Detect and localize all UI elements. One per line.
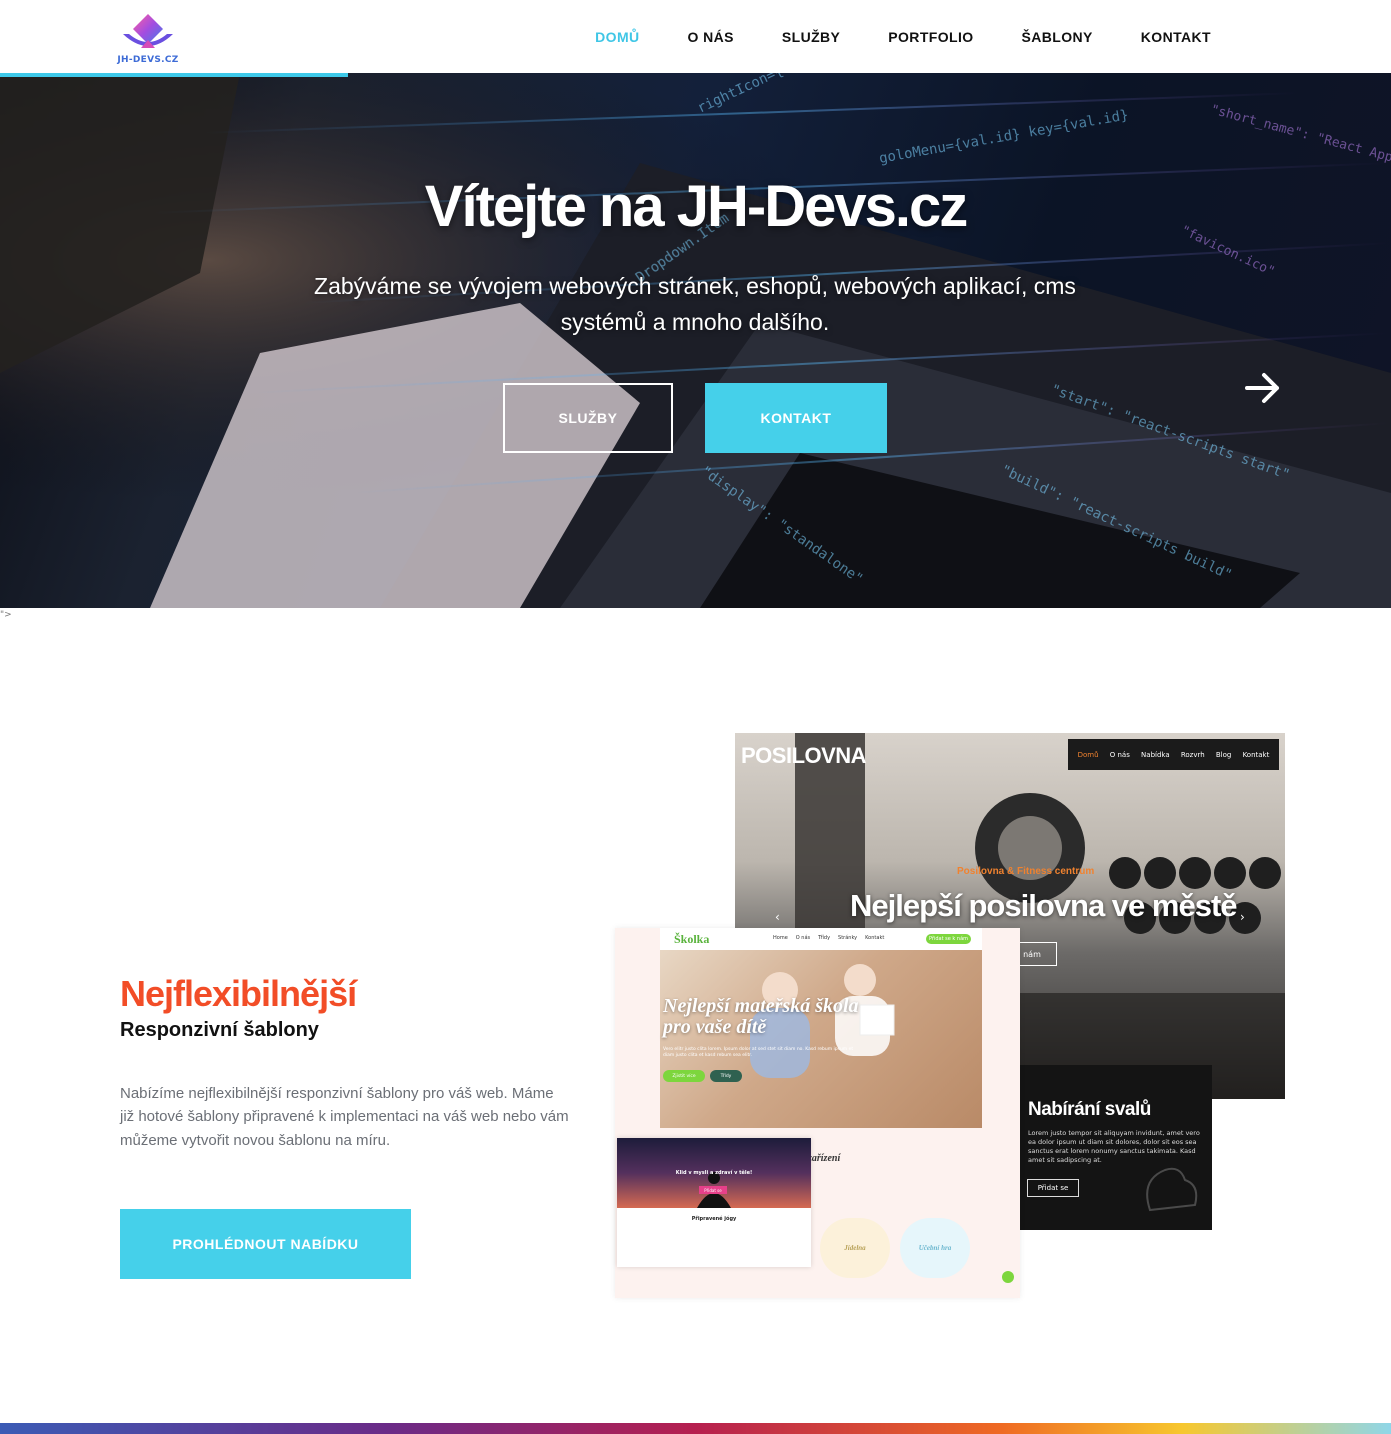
main-nav: DOMŮ O NÁS SLUŽBY PORTFOLIO ŠABLONY KONT… — [595, 0, 1211, 73]
feature-subtitle: Responzivní šablony — [120, 1019, 319, 1041]
nav-item-services[interactable]: SLUŽBY — [782, 29, 840, 45]
kid-nav-item: Home — [773, 935, 788, 941]
gym-nav-item: Blog — [1215, 750, 1232, 759]
kid-primary-button: Zjistit více — [663, 1070, 705, 1082]
kid-feature-play: Učební hra — [900, 1218, 970, 1278]
logo-icon — [123, 14, 173, 48]
kid-hero-photo: Nejlepší mateřská škola pro vaše dítě Ve… — [660, 950, 982, 1128]
view-offer-button[interactable]: PROHLÉDNOUT NABÍDKU — [120, 1209, 411, 1279]
hero-subtitle: Zabýváme se vývojem webových stránek, es… — [314, 273, 1076, 335]
kid-feature-circles: Jídelna Učební hra — [820, 1218, 970, 1278]
kid-secondary-button: Třídy — [710, 1070, 742, 1082]
kid-headline: Nejlepší mateřská škola pro vaše dítě — [663, 995, 859, 1038]
feature-description: Nabízíme nejflexibilnější responzivní ša… — [120, 1085, 569, 1149]
arrow-right-icon — [1245, 373, 1279, 403]
kid-header: Školka Home O nás Třídy Stránky Kontakt … — [660, 928, 982, 950]
yoga-section-title: Připravené jógy — [691, 1216, 737, 1222]
svg-text:‹: ‹ — [775, 910, 780, 924]
site-header: JH-DEVS.CZ DOMŮ O NÁS SLUŽBY PORTFOLIO Š… — [0, 0, 1391, 73]
nav-item-contact[interactable]: KONTAKT — [1141, 29, 1211, 45]
gym-kicker: Posilovna & Fitness centrum — [957, 866, 1095, 877]
nav-item-templates[interactable]: ŠABLONY — [1022, 29, 1093, 45]
gym-headline: Nejlepší posilovna ve městě — [850, 888, 1238, 923]
svg-text:›: › — [1240, 910, 1245, 924]
kid-nav: Home O nás Třídy Stránky Kontakt — [773, 935, 884, 941]
gym-nav-item: Rozvrh — [1180, 750, 1205, 759]
gym-nav-item: Domů — [1077, 750, 1099, 759]
gym-card-button: Přidat se — [1027, 1179, 1079, 1197]
contact-button[interactable]: KONTAKT — [705, 383, 887, 453]
yoga-template-preview[interactable]: Klid v mysli a zdraví v těle! Přidat se … — [617, 1138, 811, 1267]
hero-title: Vítejte na JH-Devs.cz — [424, 174, 968, 239]
stray-markup-text: "> — [0, 610, 12, 620]
kid-logo: Školka — [674, 932, 710, 946]
gym-nav: Domů O nás Nabídka Rozvrh Blog Kontakt — [1068, 739, 1279, 770]
nav-item-home[interactable]: DOMŮ — [595, 29, 639, 45]
hero-background-image: rightIcon={<RightArrowIcon />} Dropdown.… — [0, 73, 1391, 608]
kid-join-pill: Přidat se k nám — [926, 934, 971, 944]
scroll-top-icon — [1002, 1271, 1014, 1283]
yoga-button: Přidat se — [699, 1186, 727, 1194]
scroll-progress-fill — [0, 73, 348, 77]
kid-nav-item: Třídy — [818, 935, 831, 941]
feature-title: Nejflexibilnější — [120, 973, 357, 1014]
gym-feature-card: Nabírání svalů Lorem justo tempor sit al… — [1020, 1065, 1212, 1230]
slider-next-button[interactable] — [1244, 369, 1282, 407]
kid-feature-dining: Jídelna — [820, 1218, 890, 1278]
gym-card-text: Lorem justo tempor sit aliquyam invidunt… — [1028, 1129, 1200, 1165]
yoga-title: Klid v mysli a zdraví v těle! — [675, 1170, 753, 1176]
footer-gradient-bar — [0, 1423, 1391, 1434]
kid-nav-item: Stránky — [838, 935, 858, 941]
gym-nav-item: O nás — [1109, 750, 1130, 759]
gym-card-title: Nabírání svalů — [1028, 1099, 1151, 1120]
gym-nav-item: Nabídka — [1141, 750, 1170, 759]
kids-photo — [750, 964, 895, 1078]
kid-nav-item: O nás — [795, 935, 811, 941]
services-button[interactable]: SLUŽBY — [503, 383, 673, 453]
kid-paragraph: Vero elitr justo clita lorem. Ipsum dolo… — [663, 1047, 854, 1058]
hero-slider: rightIcon={<RightArrowIcon />} Dropdown.… — [0, 73, 1391, 608]
gym-nav-item: Kontakt — [1242, 750, 1270, 759]
site-logo[interactable]: JH-DEVS.CZ — [117, 12, 179, 66]
kid-nav-item: Kontakt — [865, 935, 885, 941]
gym-brand: POSILOVNA — [741, 743, 867, 768]
scroll-progress — [0, 73, 1391, 77]
nav-item-about[interactable]: O NÁS — [688, 29, 734, 45]
nav-item-portfolio[interactable]: PORTFOLIO — [888, 29, 973, 45]
logo-text: JH-DEVS.CZ — [117, 55, 179, 65]
kid-section-title: zařízení — [808, 1153, 841, 1164]
